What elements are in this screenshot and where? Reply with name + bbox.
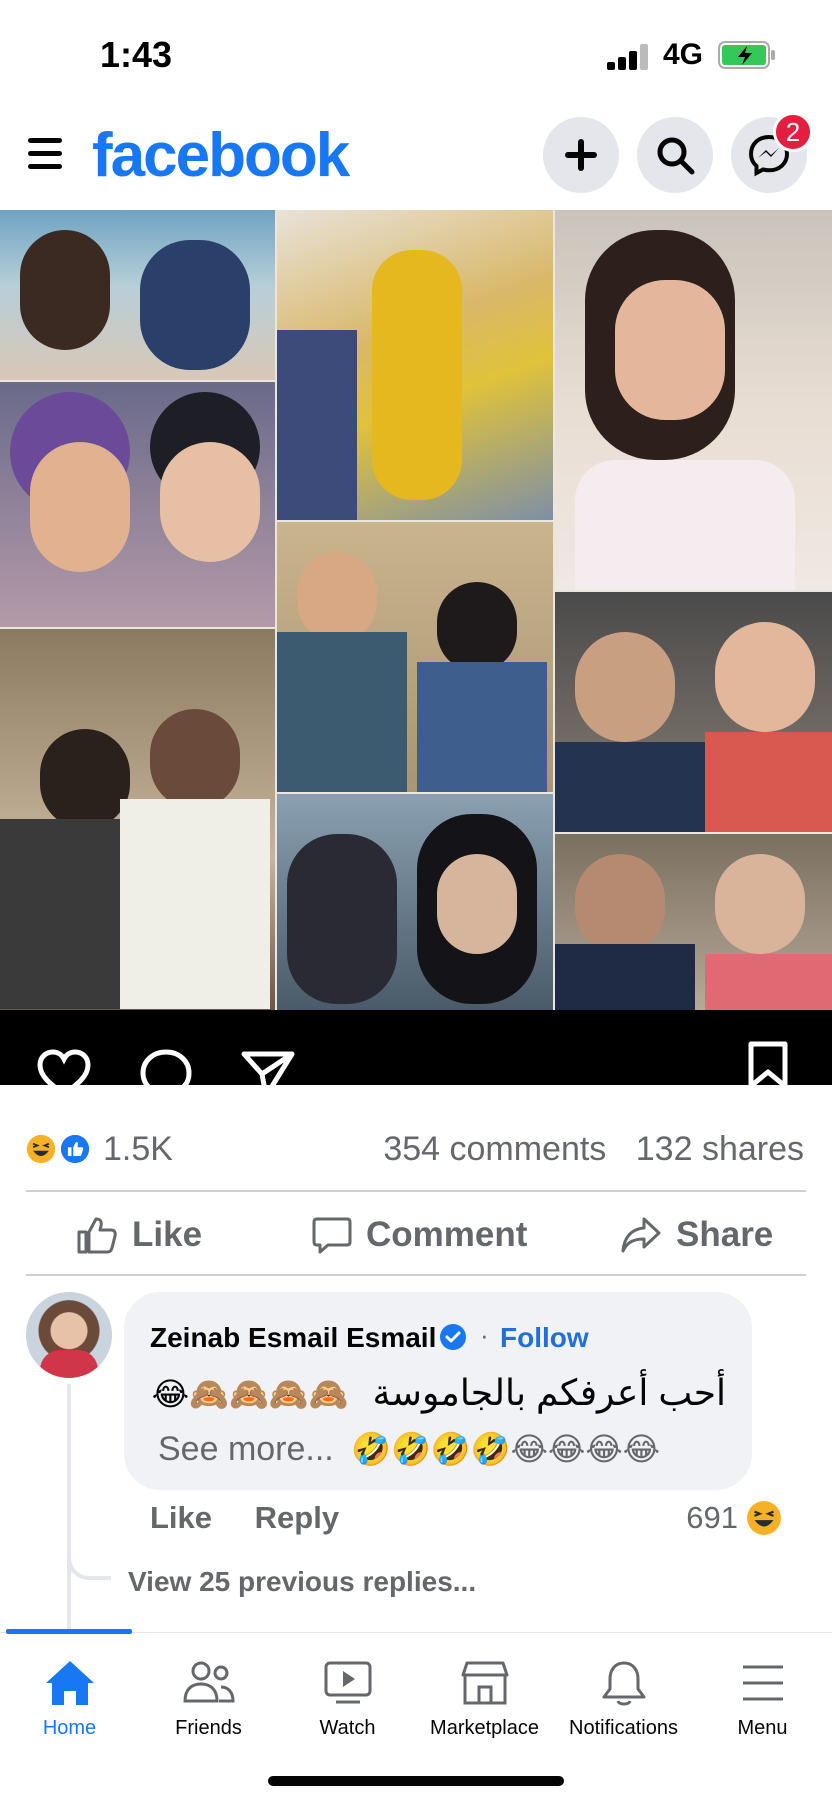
hamburger-menu-icon[interactable] — [28, 136, 64, 172]
reaction-count: 1.5K — [103, 1130, 173, 1168]
reply-thread-line — [67, 1384, 71, 1634]
tab-marketplace[interactable]: Marketplace — [415, 1657, 554, 1757]
create-button[interactable] — [543, 117, 619, 193]
marketplace-store-icon — [461, 1661, 508, 1705]
battery-charging-icon — [718, 41, 775, 69]
tab-menu[interactable]: Menu — [693, 1657, 832, 1757]
comment-icon — [312, 1217, 352, 1254]
bookmark-icon — [748, 1041, 788, 1085]
status-bar: 1:43 4G — [0, 0, 832, 100]
divider — [26, 1274, 806, 1276]
comment-reply-button[interactable]: Reply — [255, 1500, 339, 1535]
tab-friends[interactable]: Friends — [139, 1657, 278, 1757]
tab-notifications[interactable]: Notifications — [554, 1657, 693, 1757]
facebook-logo[interactable]: facebook — [92, 120, 350, 191]
view-previous-replies[interactable]: View 25 previous replies... — [128, 1566, 476, 1598]
search-button[interactable] — [637, 117, 713, 193]
comment-meta: Like Reply — [150, 1500, 373, 1540]
comment-text-line1: 😂🙈🙈🙈🙈 أحب أعرفكم بالجاموسة — [152, 1372, 726, 1414]
bottom-tab-bar: Home Friends Watch Marketplace Notificat… — [0, 1629, 832, 1800]
send-icon — [241, 1051, 295, 1085]
network-label: 4G — [663, 38, 704, 71]
see-more-link[interactable]: See more... — [158, 1430, 334, 1468]
share-arrow-icon — [621, 1217, 661, 1253]
home-icon — [45, 1661, 94, 1705]
status-time: 1:43 — [100, 34, 173, 75]
comment-reaction-count: 691 — [686, 1500, 738, 1535]
post-counts: 354 comments 132 shares — [363, 1130, 804, 1169]
tab-label: Home — [42, 1717, 97, 1739]
comment-bubble-icon — [140, 1049, 192, 1085]
comment-reactions[interactable]: 691 — [686, 1500, 782, 1536]
commenter-avatar[interactable] — [26, 1292, 112, 1378]
comment-arabic-text: أحب أعرفكم بالجاموسة — [372, 1372, 726, 1413]
like-label: Like — [132, 1215, 203, 1254]
heart-icon — [37, 1049, 91, 1085]
comment-button[interactable]: Comment — [312, 1210, 527, 1260]
thumbs-up-icon — [77, 1217, 117, 1254]
plus-icon — [565, 139, 597, 171]
verified-badge-icon — [440, 1324, 466, 1350]
tab-label: Marketplace — [430, 1717, 539, 1739]
search-icon — [657, 137, 695, 175]
active-tab-indicator — [6, 1629, 132, 1634]
separator-dot: · — [480, 1320, 489, 1350]
like-button[interactable]: Like — [76, 1210, 202, 1260]
tab-label: Notifications — [569, 1717, 678, 1739]
comment-emojis-2: 🤣🤣🤣🤣😂😂😂😂 — [351, 1430, 661, 1468]
comment-label: Comment — [366, 1215, 528, 1254]
menu-lines-icon — [742, 1665, 783, 1701]
share-button[interactable]: Share — [620, 1210, 773, 1260]
post-image[interactable] — [0, 210, 832, 1010]
comment-text-line2: See more... 🤣🤣🤣🤣😂😂😂😂 — [158, 1430, 660, 1469]
post-actions: Like Comment Share — [0, 1192, 832, 1276]
tab-label: Watch — [319, 1717, 376, 1739]
image-overlay-bar — [0, 1010, 832, 1085]
tab-watch[interactable]: Watch — [278, 1657, 417, 1757]
signal-icon — [607, 44, 651, 70]
haha-reaction-icon — [24, 1132, 58, 1166]
tab-home[interactable]: Home — [0, 1657, 139, 1757]
reactions-row[interactable]: 1.5K 354 comments 132 shares — [0, 1118, 832, 1178]
tab-label: Menu — [737, 1717, 788, 1739]
reply-thread-curve — [67, 1540, 111, 1580]
follow-link[interactable]: Follow — [500, 1322, 589, 1354]
home-indicator[interactable] — [268, 1776, 564, 1786]
like-reaction-icon — [58, 1132, 92, 1166]
tab-label: Friends — [175, 1717, 242, 1739]
bell-icon — [602, 1661, 645, 1706]
messenger-badge: 2 — [773, 112, 813, 152]
comment-bubble: Zeinab Esmail Esmail · Follow 😂🙈🙈🙈🙈 أحب … — [124, 1292, 752, 1490]
comment-emojis: 😂🙈🙈🙈🙈 — [151, 1375, 349, 1413]
share-label: Share — [676, 1215, 774, 1254]
friends-icon — [182, 1661, 235, 1703]
app-header: facebook 2 — [0, 100, 832, 210]
shares-count[interactable]: 132 shares — [636, 1130, 804, 1168]
comment-author[interactable]: Zeinab Esmail Esmail — [150, 1322, 436, 1354]
comments-count[interactable]: 354 comments — [383, 1130, 606, 1168]
comment-like-button[interactable]: Like — [150, 1500, 212, 1535]
watch-video-icon — [324, 1661, 371, 1704]
haha-reaction-icon — [747, 1501, 781, 1535]
